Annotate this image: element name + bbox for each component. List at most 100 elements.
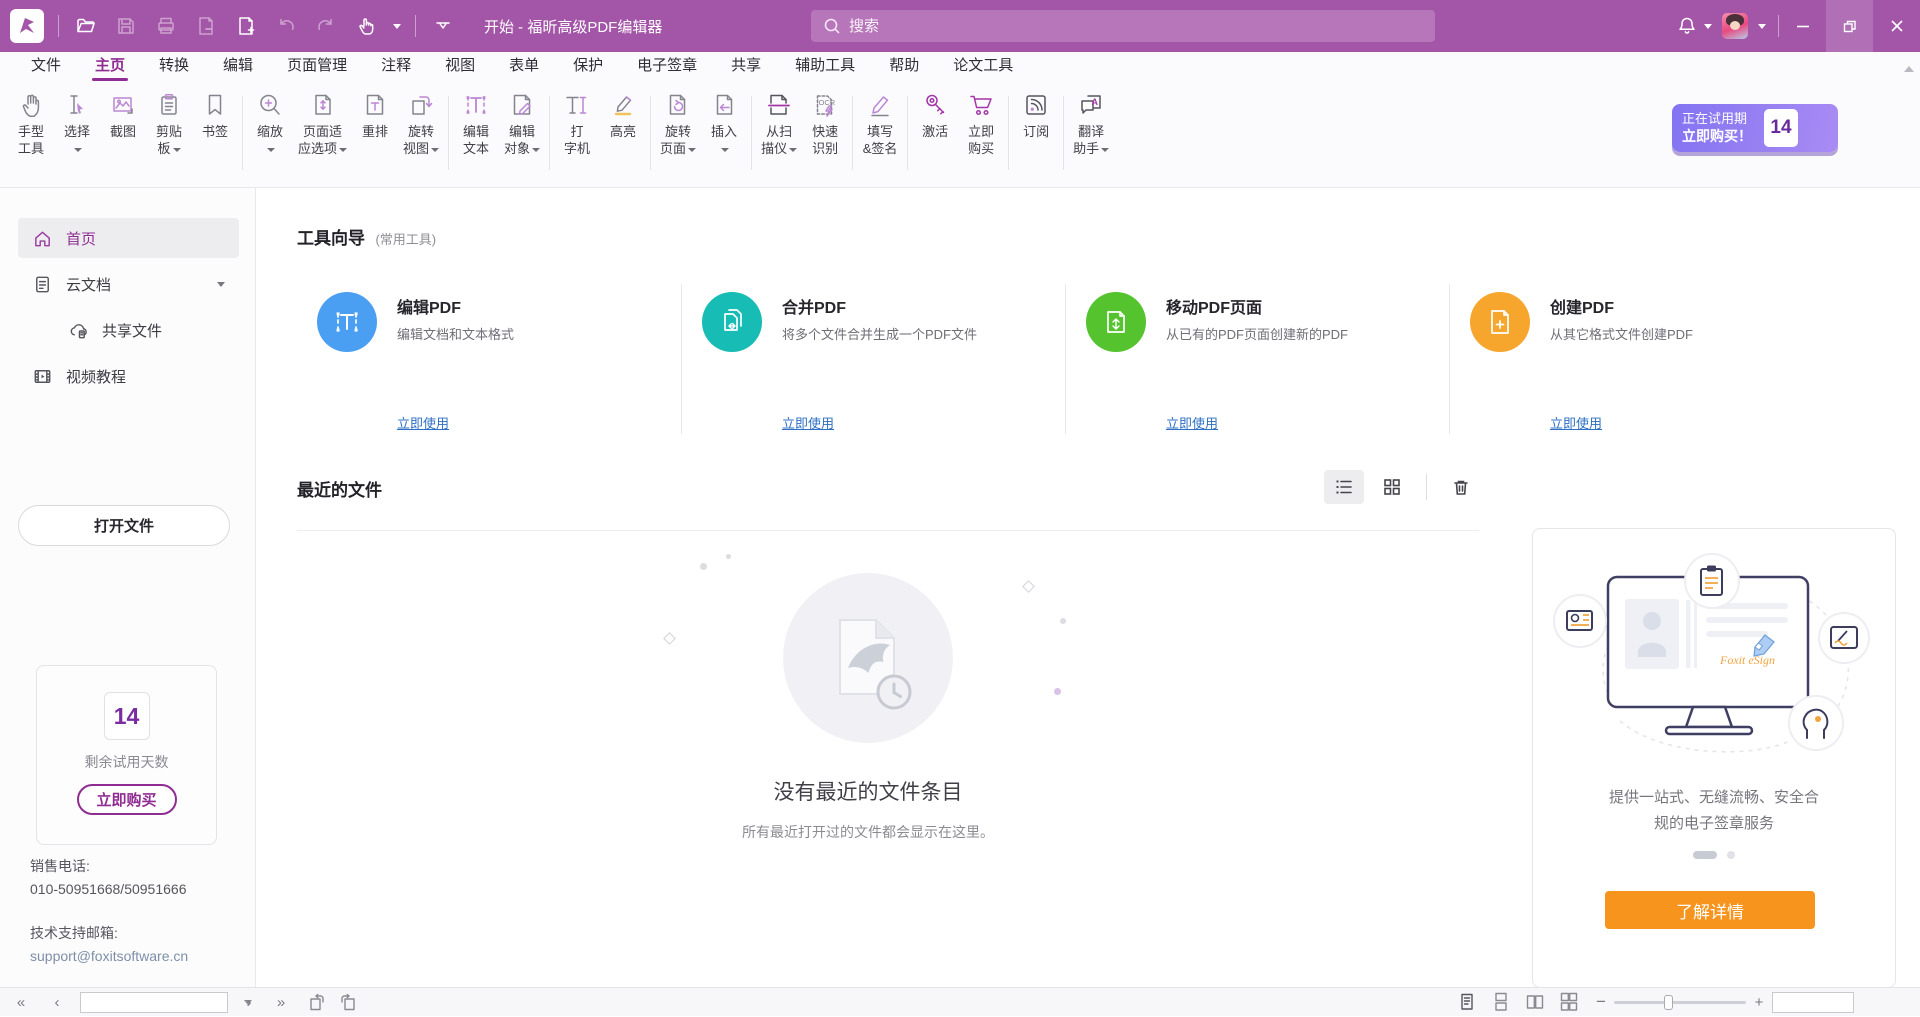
tool-zoom[interactable]: 缩放 <box>247 88 293 157</box>
tool-ocr[interactable]: OCR 快速 识别 <box>802 88 848 157</box>
tool-clipboard[interactable]: 剪贴 板 <box>146 88 192 157</box>
support-email-link[interactable]: support@foxitsoftware.cn <box>30 948 188 964</box>
insert-pages-icon[interactable] <box>233 13 259 39</box>
tool-typewriter[interactable]: 打 字机 <box>554 88 600 157</box>
notifications-caret-icon[interactable] <box>1704 24 1712 29</box>
menu-comment[interactable]: 注释 <box>364 52 428 82</box>
continuous-view-button[interactable] <box>1486 988 1516 1016</box>
menu-edit[interactable]: 编辑 <box>206 52 270 82</box>
touch-mode-caret-icon[interactable] <box>393 24 401 29</box>
close-button[interactable] <box>1873 0 1920 52</box>
sidebar-item-home[interactable]: 首页 <box>18 218 239 258</box>
continuous-facing-view-button[interactable] <box>1554 988 1584 1016</box>
tool-snapshot[interactable]: 截图 <box>100 88 146 140</box>
tool-subscribe[interactable]: 订阅 <box>1013 88 1059 140</box>
page-number-input[interactable] <box>81 996 244 1010</box>
learn-more-button[interactable]: 了解详情 <box>1605 891 1815 929</box>
use-now-link[interactable]: 立即使用 <box>782 413 834 432</box>
tool-bookmark[interactable]: 书签 <box>192 88 238 140</box>
zoom-slider-track[interactable] <box>1614 1001 1746 1004</box>
menu-esign[interactable]: 电子签章 <box>620 52 714 82</box>
first-page-button[interactable]: « <box>8 988 34 1016</box>
key-icon <box>920 90 950 120</box>
title-bar: 开始 - 福昕高级PDF编辑器 <box>0 0 1920 52</box>
menu-file[interactable]: 文件 <box>14 52 78 82</box>
use-now-link[interactable]: 立即使用 <box>1550 413 1602 432</box>
edit-object-icon <box>507 90 537 120</box>
single-page-view-button[interactable] <box>1452 988 1482 1016</box>
use-now-link[interactable]: 立即使用 <box>1166 413 1218 432</box>
list-view-button[interactable] <box>1324 470 1364 504</box>
minimize-button[interactable] <box>1779 0 1826 52</box>
zoom-value-input[interactable] <box>1773 993 1853 1012</box>
menu-convert[interactable]: 转换 <box>142 52 206 82</box>
menu-accessibility[interactable]: 辅助工具 <box>778 52 872 82</box>
scrollbar-up-arrow[interactable] <box>1904 66 1914 72</box>
tool-hand[interactable]: 手型 工具 <box>8 88 54 157</box>
tool-translate[interactable]: A 翻译 助手 <box>1068 88 1114 157</box>
tool-highlight[interactable]: 高亮 <box>600 88 646 140</box>
tool-rotate-view[interactable]: 旋转 视图 <box>398 88 444 157</box>
tool-rotate-pages[interactable]: 旋转 页面 <box>655 88 701 157</box>
sidebar-item-video-tutorials[interactable]: 视频教程 <box>18 356 239 396</box>
notifications-bell-icon[interactable] <box>1674 13 1700 39</box>
touch-mode-icon[interactable] <box>353 13 379 39</box>
remaining-days-label: 剩余试用天数 <box>37 752 216 772</box>
delete-pages-icon[interactable] <box>193 13 219 39</box>
facing-view-button[interactable] <box>1520 988 1550 1016</box>
tool-edit-text[interactable]: 编辑 文本 <box>453 88 499 157</box>
redo-icon[interactable] <box>313 13 339 39</box>
customize-toolbar-icon[interactable] <box>430 13 456 39</box>
tool-edit-object[interactable]: 编辑 对象 <box>499 88 545 157</box>
trial-banner[interactable]: 正在试用期 立即购买！ 14 <box>1672 104 1838 152</box>
rotate-right-button[interactable] <box>334 988 362 1016</box>
tool-page-fit[interactable]: 页面适 应选项 <box>293 88 352 157</box>
toolbar-separator <box>448 96 449 170</box>
save-icon[interactable] <box>113 13 139 39</box>
clear-recent-trash-button[interactable] <box>1441 470 1481 504</box>
next-page-button[interactable]: › <box>236 988 262 1016</box>
zoom-in-button[interactable]: + <box>1748 988 1770 1016</box>
menu-protect[interactable]: 保护 <box>556 52 620 82</box>
user-avatar[interactable] <box>1722 13 1748 39</box>
scanner-icon <box>764 90 794 120</box>
use-now-link[interactable]: 立即使用 <box>397 413 449 432</box>
sparkle <box>1060 618 1066 624</box>
tool-insert-pages[interactable]: 插入 <box>701 88 747 157</box>
menu-share[interactable]: 共享 <box>714 52 778 82</box>
print-icon[interactable] <box>153 13 179 39</box>
svg-text:A: A <box>1092 97 1099 107</box>
tool-reflow[interactable]: 重排 <box>352 88 398 140</box>
expand-caret-icon[interactable] <box>217 282 225 287</box>
menu-paper-tools[interactable]: 论文工具 <box>936 52 1030 82</box>
previous-page-button[interactable]: ‹ <box>44 988 70 1016</box>
empty-state-illustration <box>782 572 954 744</box>
carousel-dot-active[interactable] <box>1693 851 1717 859</box>
sidebar-item-cloud-docs[interactable]: 云文档 <box>18 264 239 304</box>
search-bar[interactable] <box>811 10 1435 42</box>
buy-now-button[interactable]: 立即购买 <box>77 784 177 815</box>
rotate-left-button[interactable] <box>302 988 330 1016</box>
sidebar-item-shared-files[interactable]: 共享文件 <box>18 310 239 350</box>
carousel-dot[interactable] <box>1727 851 1735 859</box>
menu-home[interactable]: 主页 <box>78 52 142 82</box>
restore-button[interactable] <box>1826 0 1873 52</box>
tool-activate[interactable]: 激活 <box>912 88 958 140</box>
zoom-slider-thumb[interactable] <box>1664 995 1673 1010</box>
open-file-button[interactable]: 打开文件 <box>18 505 230 546</box>
menu-page-organize[interactable]: 页面管理 <box>270 52 364 82</box>
account-caret-icon[interactable] <box>1758 24 1766 29</box>
search-input[interactable] <box>849 18 1423 35</box>
menu-help[interactable]: 帮助 <box>872 52 936 82</box>
tool-fill-sign[interactable]: 填写 &签名 <box>857 88 903 157</box>
open-file-icon[interactable] <box>73 13 99 39</box>
menu-view[interactable]: 视图 <box>428 52 492 82</box>
tool-buy-now[interactable]: 立即 购买 <box>958 88 1004 157</box>
grid-view-button[interactable] <box>1372 470 1412 504</box>
zoom-out-button[interactable]: − <box>1590 988 1612 1016</box>
undo-icon[interactable] <box>273 13 299 39</box>
menu-form[interactable]: 表单 <box>492 52 556 82</box>
tool-from-scanner[interactable]: 从扫 描仪 <box>756 88 802 157</box>
tool-select[interactable]: 选择 <box>54 88 100 157</box>
last-page-button[interactable]: » <box>268 988 294 1016</box>
